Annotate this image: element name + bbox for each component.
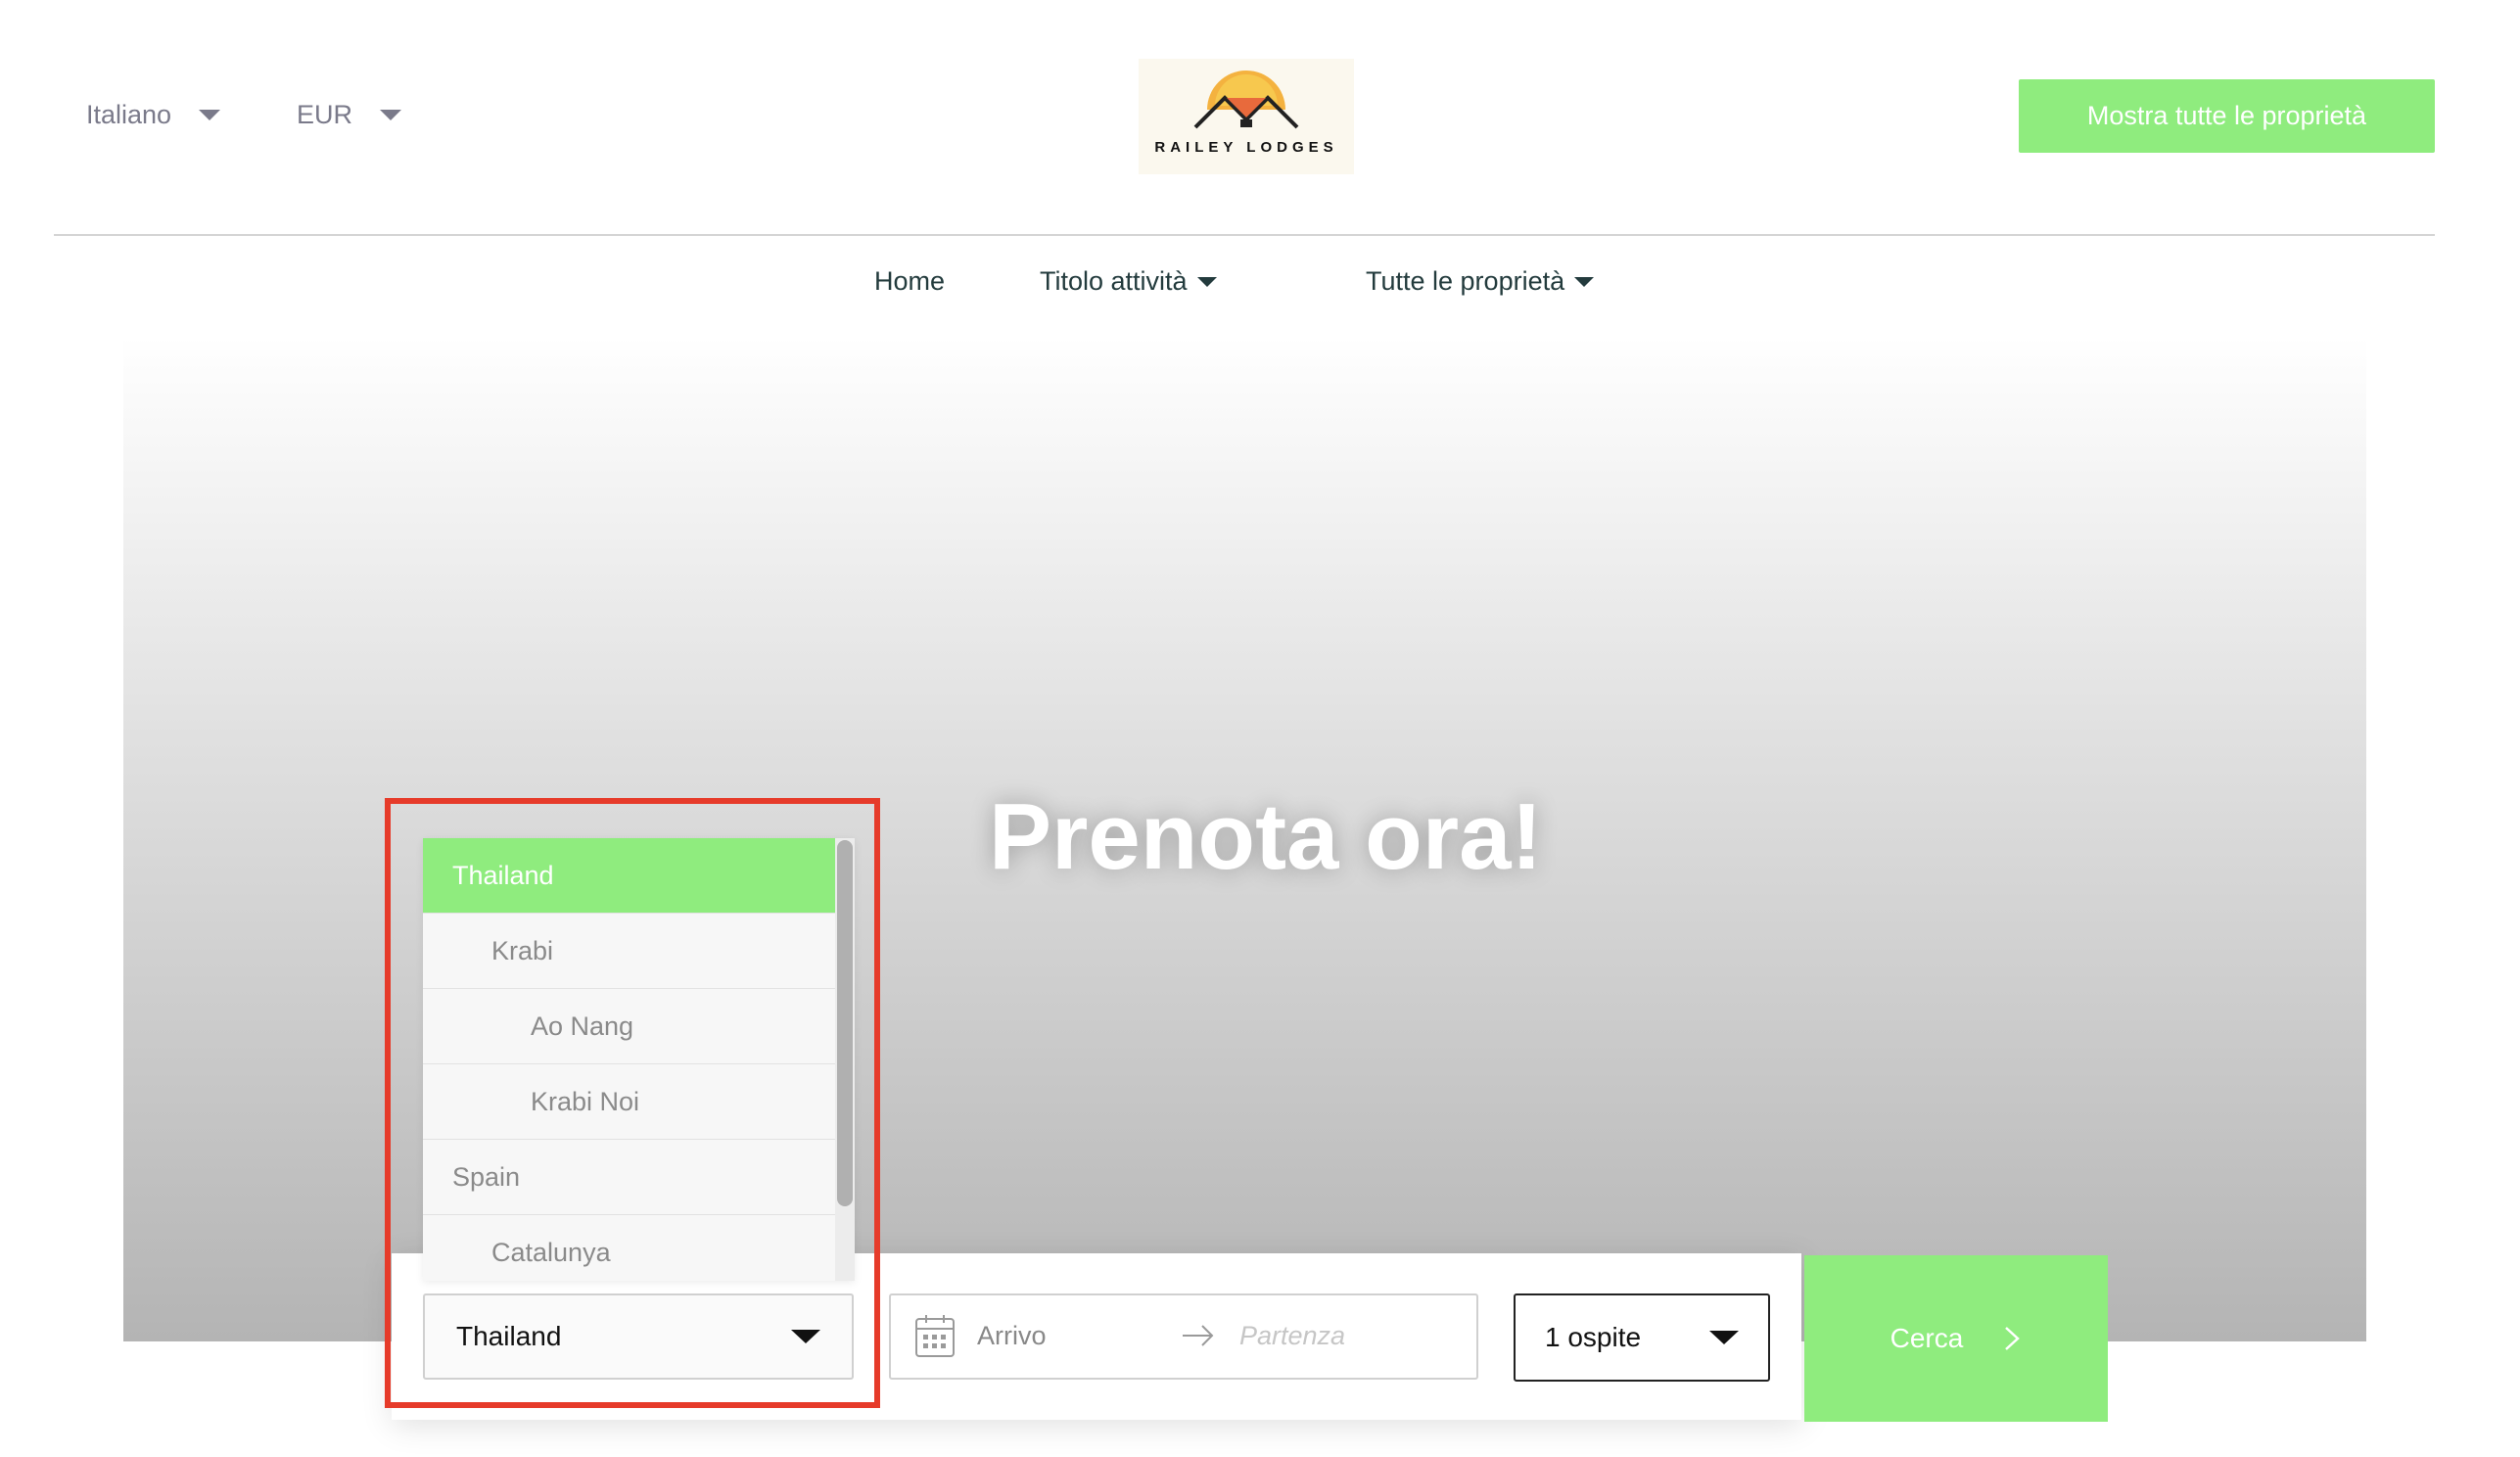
show-all-properties-button[interactable]: Mostra tutte le proprietà xyxy=(2019,79,2435,153)
header-divider xyxy=(54,234,2435,236)
calendar-icon xyxy=(915,1315,955,1357)
nav-activity-label: Titolo attività xyxy=(1040,266,1188,296)
guests-select[interactable]: 1 ospite xyxy=(1514,1293,1770,1382)
dropdown-option-spain[interactable]: Spain xyxy=(423,1140,855,1215)
dropdown-scrollbar-thumb[interactable] xyxy=(837,840,853,1206)
currency-select[interactable]: EUR xyxy=(297,100,402,130)
chevron-down-icon xyxy=(1196,276,1217,287)
search-button-label: Cerca xyxy=(1890,1323,1964,1353)
destination-value: Thailand xyxy=(456,1321,562,1351)
search-button[interactable]: Cerca xyxy=(1804,1255,2108,1422)
departure-date-input[interactable]: Partenza xyxy=(1239,1321,1345,1351)
nav-home[interactable]: Home xyxy=(874,266,945,297)
currency-label: EUR xyxy=(297,100,353,129)
language-label: Italiano xyxy=(86,100,172,129)
dropdown-option-ao-nang[interactable]: Ao Nang xyxy=(423,989,855,1064)
destination-dropdown-list: Thailand Krabi Ao Nang Krabi Noi Spain C… xyxy=(423,838,855,1281)
dropdown-option-krabi-noi[interactable]: Krabi Noi xyxy=(423,1064,855,1140)
dropdown-option-krabi[interactable]: Krabi xyxy=(423,914,855,989)
logo[interactable]: RAILEY LODGES xyxy=(1139,59,1354,174)
chevron-down-icon xyxy=(791,1330,820,1343)
destination-select[interactable]: Thailand xyxy=(423,1293,854,1380)
guests-value: 1 ospite xyxy=(1545,1322,1642,1352)
nav-activity[interactable]: Titolo attività xyxy=(1040,266,1217,297)
arrow-right-icon xyxy=(1183,1325,1214,1346)
arrival-date-input[interactable]: Arrivo xyxy=(977,1321,1047,1351)
chevron-down-icon xyxy=(1709,1331,1739,1344)
chevron-right-icon xyxy=(2005,1327,2021,1350)
nav-home-label: Home xyxy=(874,266,946,296)
nav-properties-label: Tutte le proprietà xyxy=(1366,266,1565,296)
logo-mark-icon xyxy=(1193,70,1299,129)
chevron-down-icon xyxy=(380,110,402,120)
date-range-field[interactable]: Arrivo Partenza xyxy=(889,1293,1478,1380)
dropdown-option-thailand[interactable]: Thailand xyxy=(423,838,855,914)
chevron-down-icon xyxy=(1574,276,1595,287)
hero-title: Prenota ora! xyxy=(989,784,1543,889)
nav-all-properties[interactable]: Tutte le proprietà xyxy=(1366,266,1595,297)
chevron-down-icon xyxy=(199,110,221,120)
logo-text: RAILEY LODGES xyxy=(1154,139,1338,156)
language-select[interactable]: Italiano xyxy=(86,100,221,130)
dropdown-option-catalunya[interactable]: Catalunya xyxy=(423,1215,855,1281)
